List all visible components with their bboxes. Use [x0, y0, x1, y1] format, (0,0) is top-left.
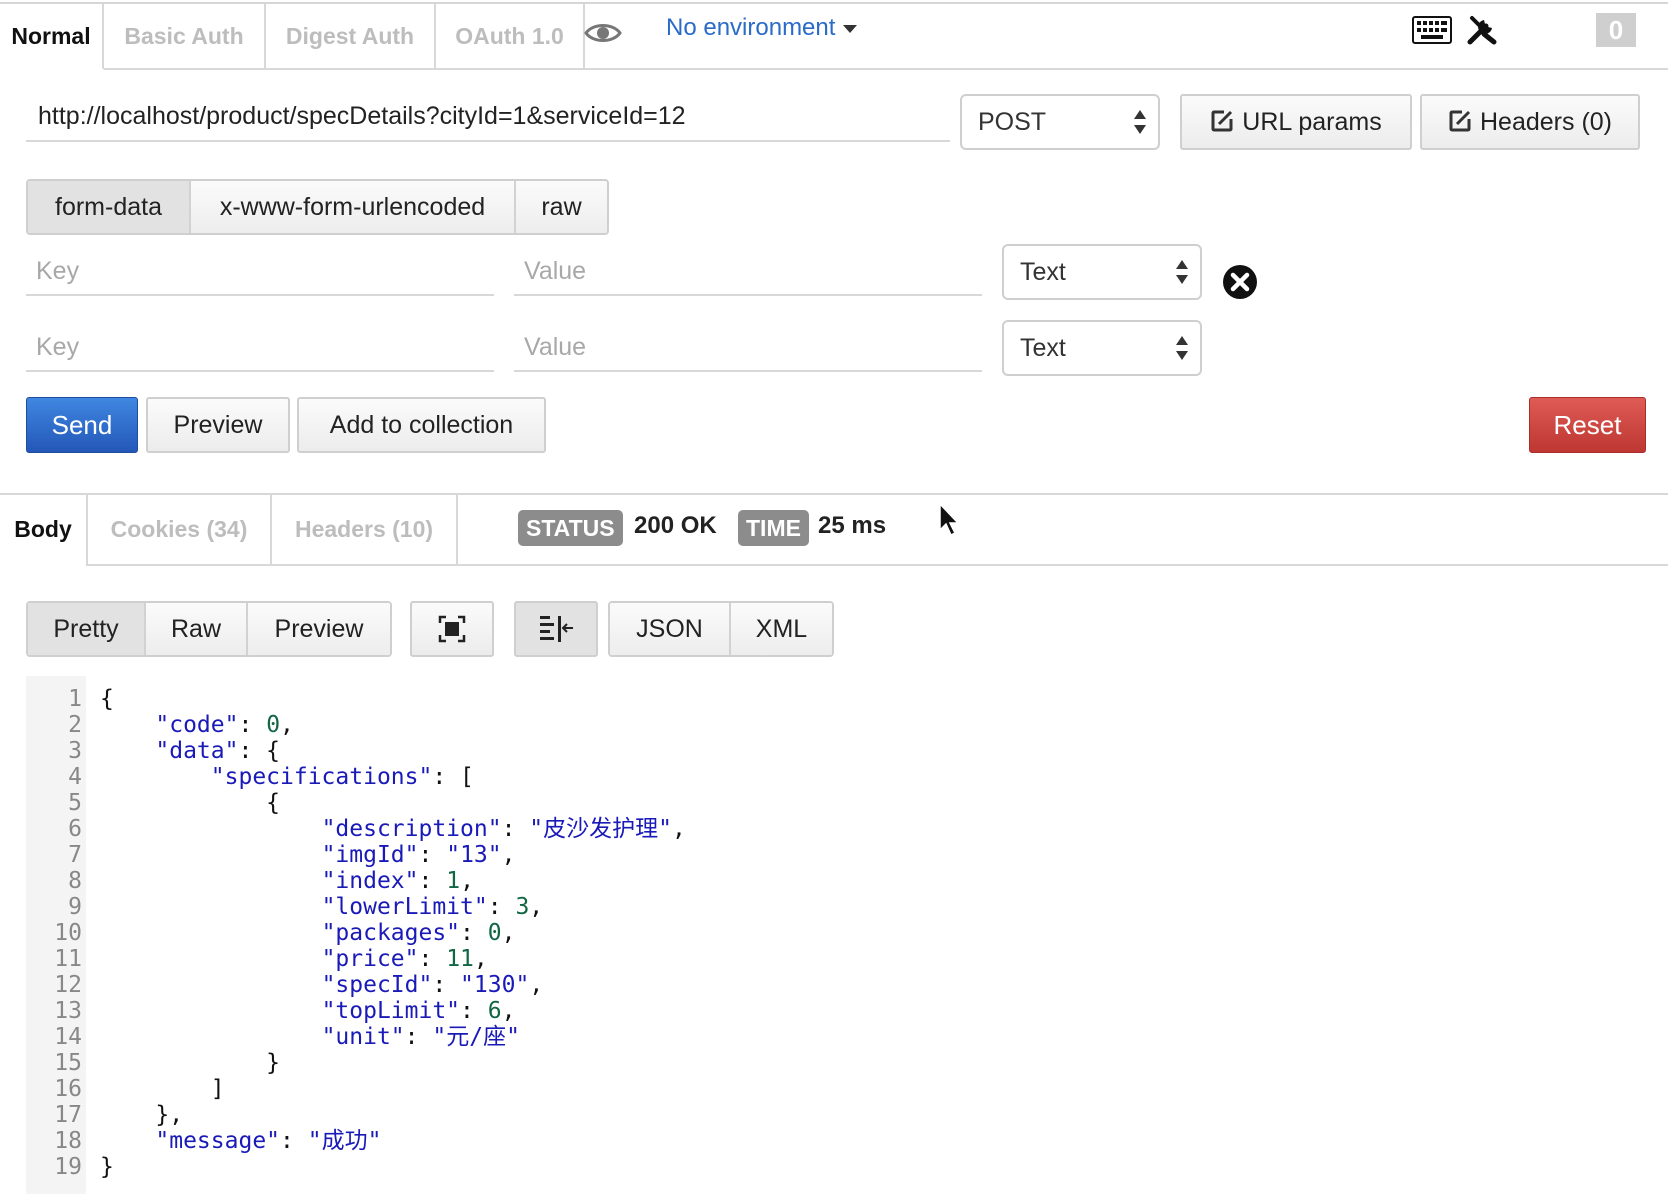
line-number: 12: [54, 972, 82, 998]
json-imgid-value: 13: [460, 842, 488, 868]
select-arrows-icon: [1176, 260, 1188, 284]
fullscreen-icon: [438, 615, 466, 643]
type-select[interactable]: Text: [1002, 320, 1202, 376]
type-value: Text: [1020, 334, 1066, 362]
method-value: POST: [978, 108, 1047, 136]
time-badge: TIME: [738, 510, 809, 546]
body-type-group: form-data x-www-form-urlencoded raw: [26, 179, 609, 235]
edit-icon: [1449, 110, 1471, 132]
preview-button[interactable]: Preview: [146, 397, 290, 453]
line-number: 17: [54, 1102, 82, 1128]
line-numbers: 1 2 3 4 5 6 7 8 9 10 11 12 13 14 15 16 1…: [26, 686, 82, 1180]
line-number: 8: [68, 868, 82, 894]
json-toplimit-value: 6: [487, 998, 502, 1024]
wrap-lines-icon: [540, 616, 573, 642]
json-price-value: 11: [446, 946, 474, 972]
url-params-button[interactable]: URL params: [1180, 94, 1412, 150]
line-number: 7: [68, 842, 82, 868]
keyboard-icon[interactable]: [1412, 16, 1452, 49]
add-to-collection-button[interactable]: Add to collection: [297, 397, 546, 453]
counter-badge[interactable]: 0: [1596, 13, 1636, 47]
type-value: Text: [1020, 258, 1066, 286]
status-value: 200 OK: [634, 512, 717, 539]
url-input[interactable]: [26, 92, 950, 142]
url-params-label: URL params: [1242, 108, 1382, 136]
environment-label: No environment: [666, 14, 836, 41]
wrap-lines-button[interactable]: [514, 601, 598, 657]
line-number: 19: [54, 1154, 82, 1180]
value-input[interactable]: Value: [514, 246, 982, 296]
reset-button[interactable]: Reset: [1529, 397, 1646, 453]
line-number: 11: [54, 946, 82, 972]
body-type-form-data[interactable]: form-data: [28, 181, 191, 233]
line-number: 4: [68, 764, 82, 790]
json-packages-value: 0: [487, 920, 502, 946]
select-arrows-icon: [1176, 336, 1188, 360]
chevron-down-icon: [843, 24, 858, 33]
response-tabs-baseline: [0, 564, 1668, 566]
line-number: 15: [54, 1050, 82, 1076]
value-input[interactable]: Value: [514, 322, 982, 372]
line-number: 2: [68, 712, 82, 738]
type-select[interactable]: Text: [1002, 244, 1202, 300]
json-unit-value: 元/座: [446, 1024, 507, 1050]
auth-tabs-baseline: [0, 68, 1668, 70]
line-number: 13: [54, 998, 82, 1024]
tab-body[interactable]: Body: [0, 495, 88, 566]
tab-cookies[interactable]: Cookies (34): [88, 495, 272, 564]
remove-row-icon[interactable]: [1222, 264, 1258, 305]
response-body-code[interactable]: { "code": 0, "data": { "specifications":…: [100, 686, 686, 1180]
line-number: 14: [54, 1024, 82, 1050]
status-badge: STATUS: [518, 510, 623, 546]
send-button[interactable]: Send: [26, 397, 138, 453]
edit-icon: [1211, 110, 1233, 132]
format-json[interactable]: JSON: [610, 603, 731, 655]
format-group: JSON XML: [608, 601, 834, 657]
json-code-value: 0: [266, 712, 281, 738]
view-pretty[interactable]: Pretty: [28, 603, 146, 655]
key-input[interactable]: Key: [26, 322, 494, 372]
line-number: 16: [54, 1076, 82, 1102]
line-number: 5: [68, 790, 82, 816]
json-description-value: 皮沙发护理: [543, 816, 659, 842]
fullscreen-button[interactable]: [410, 601, 494, 657]
json-specid-value: 130: [473, 972, 516, 998]
select-arrows-icon: [1134, 110, 1146, 134]
view-raw[interactable]: Raw: [146, 603, 248, 655]
line-number: 6: [68, 816, 82, 842]
headers-button[interactable]: Headers (0): [1420, 94, 1640, 150]
format-xml[interactable]: XML: [731, 603, 832, 655]
line-number: 10: [54, 920, 82, 946]
tab-basic-auth[interactable]: Basic Auth: [104, 4, 266, 68]
line-number: 1: [68, 686, 82, 712]
tab-oauth[interactable]: OAuth 1.0: [436, 4, 585, 68]
tab-normal[interactable]: Normal: [0, 4, 104, 70]
view-mode-group: Pretty Raw Preview: [26, 601, 392, 657]
json-message-value: 成功: [321, 1128, 368, 1154]
line-number: 9: [68, 894, 82, 920]
tab-digest-auth[interactable]: Digest Auth: [266, 4, 436, 68]
key-input[interactable]: Key: [26, 246, 494, 296]
method-select[interactable]: POST: [960, 94, 1160, 150]
eye-icon[interactable]: [584, 20, 622, 51]
json-lowerlimit-value: 3: [515, 894, 530, 920]
json-index-value: 1: [446, 868, 461, 894]
mouse-cursor-icon: [938, 502, 962, 543]
body-type-raw[interactable]: raw: [516, 181, 607, 233]
line-number: 18: [54, 1128, 82, 1154]
tab-response-headers[interactable]: Headers (10): [272, 495, 458, 564]
time-value: 25 ms: [818, 512, 887, 539]
environment-selector[interactable]: No environment: [666, 14, 858, 42]
settings-icon[interactable]: [1466, 14, 1498, 51]
body-type-urlencoded[interactable]: x-www-form-urlencoded: [191, 181, 516, 233]
headers-label: Headers (0): [1480, 108, 1612, 136]
view-preview[interactable]: Preview: [248, 603, 390, 655]
line-number: 3: [68, 738, 82, 764]
